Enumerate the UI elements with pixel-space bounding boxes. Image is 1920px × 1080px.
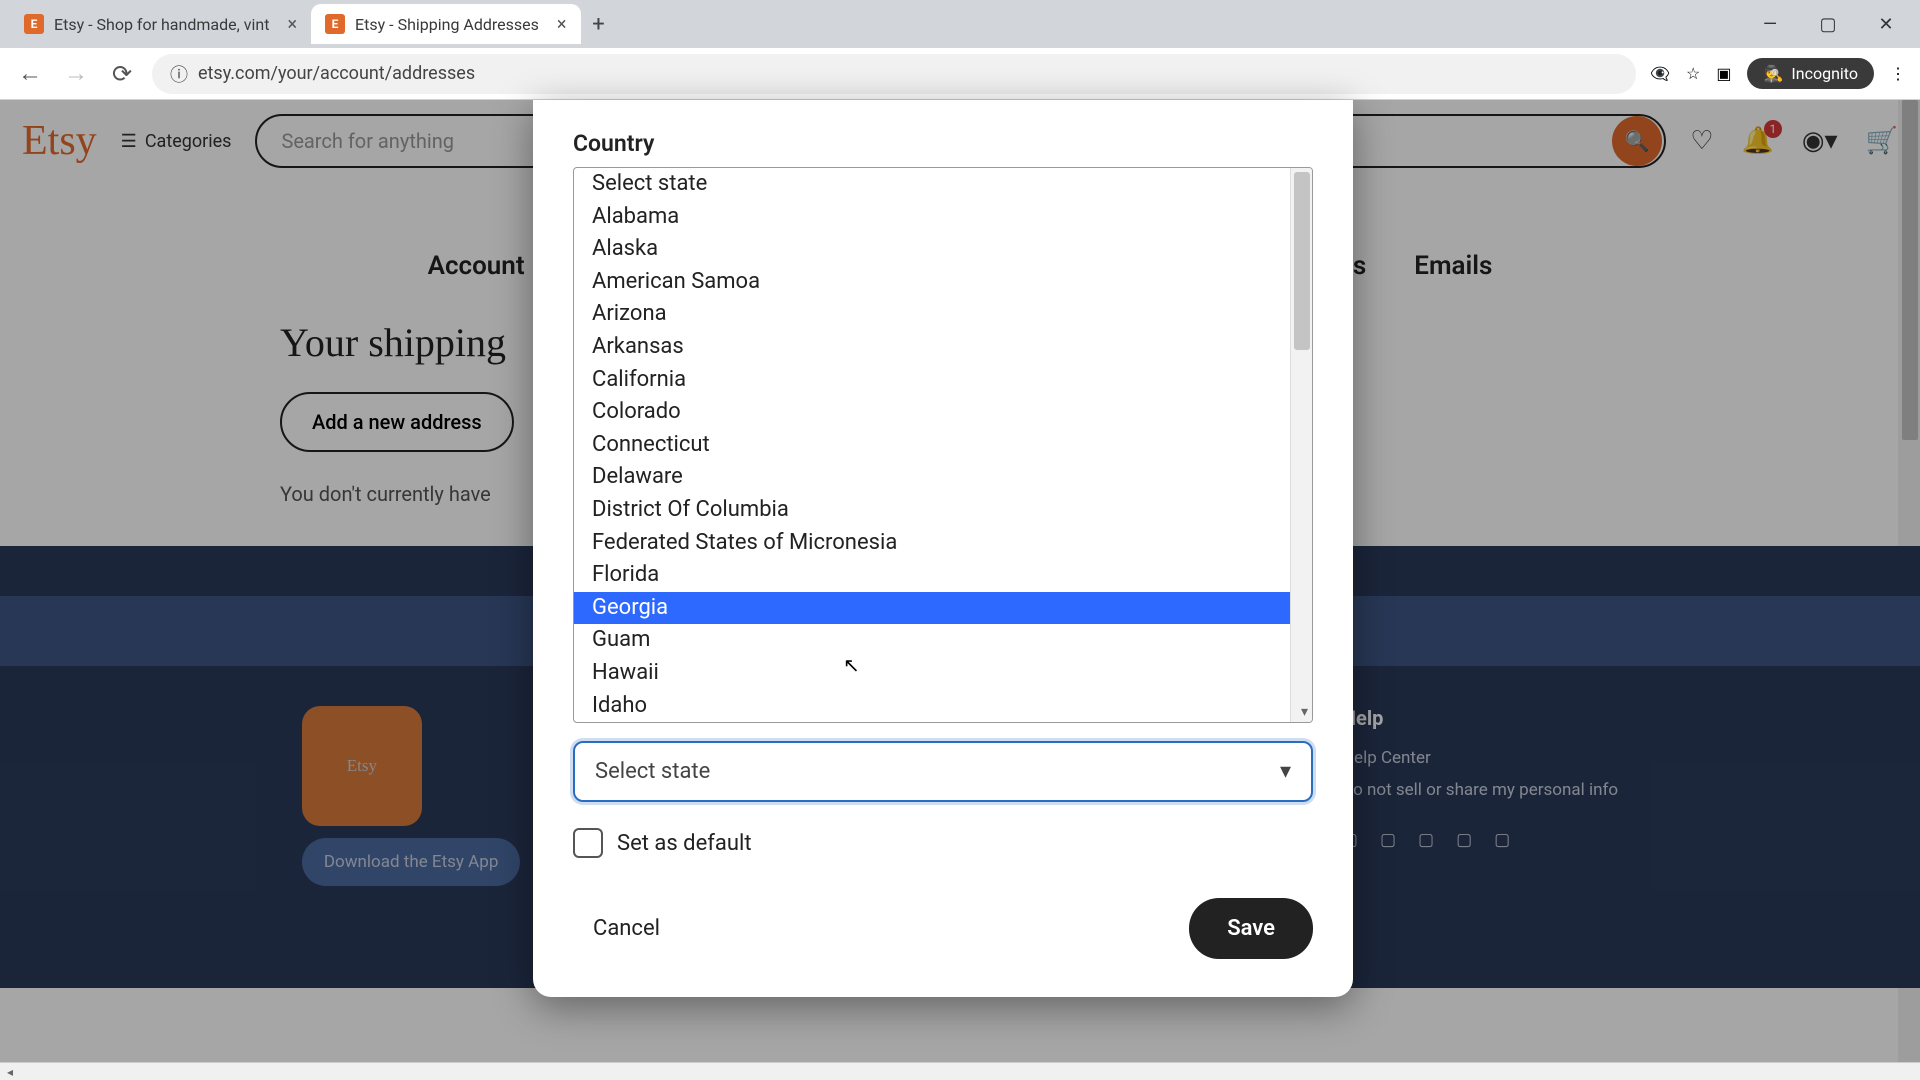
tab-title: Etsy - Shipping Addresses (355, 15, 539, 34)
page-viewport: Etsy ☰ Categories Search for anything 🔍 … (0, 100, 1920, 1062)
default-checkbox-row: Set as default (573, 828, 1313, 858)
state-option[interactable]: Connecticut (574, 429, 1312, 462)
state-listbox[interactable]: Select stateAlabamaAlaskaAmerican SamoaA… (573, 167, 1313, 723)
state-option[interactable]: Alabama (574, 201, 1312, 234)
scroll-down-icon[interactable]: ▾ (1301, 704, 1308, 720)
url-input[interactable]: ⓘ etsy.com/your/account/addresses (152, 54, 1636, 94)
state-option[interactable]: Federated States of Micronesia (574, 527, 1312, 560)
state-option[interactable]: Alaska (574, 233, 1312, 266)
state-option[interactable]: Guam (574, 624, 1312, 657)
state-option[interactable]: Select state (574, 168, 1312, 201)
url-text: etsy.com/your/account/addresses (198, 63, 475, 84)
address-bar: ← → ⟳ ⓘ etsy.com/your/account/addresses … (0, 48, 1920, 100)
cancel-button[interactable]: Cancel (573, 904, 680, 953)
state-option[interactable]: Idaho (574, 690, 1312, 723)
maximize-button[interactable]: ▢ (1804, 4, 1852, 44)
horizontal-scrollbar[interactable]: ◂ (0, 1062, 1920, 1080)
menu-icon[interactable]: ⋮ (1890, 64, 1906, 83)
default-checkbox[interactable] (573, 828, 603, 858)
save-button[interactable]: Save (1189, 898, 1313, 959)
back-button[interactable]: ← (14, 58, 46, 90)
close-window-button[interactable]: ✕ (1862, 4, 1910, 44)
state-select[interactable]: Select state ▾ (573, 741, 1313, 802)
close-icon[interactable]: × (557, 14, 567, 35)
state-option[interactable]: Delaware (574, 461, 1312, 494)
new-tab-button[interactable]: + (581, 6, 617, 42)
forward-button[interactable]: → (60, 58, 92, 90)
reload-button[interactable]: ⟳ (106, 58, 138, 90)
incognito-label: Incognito (1791, 64, 1858, 83)
eye-off-icon[interactable]: 👁‍🗨 (1650, 64, 1670, 83)
minimize-button[interactable]: — (1746, 4, 1794, 44)
close-icon[interactable]: × (287, 14, 297, 35)
state-option[interactable]: Illinois (574, 722, 1312, 723)
scroll-left-icon[interactable]: ◂ (0, 1065, 20, 1079)
state-option[interactable]: California (574, 364, 1312, 397)
state-option[interactable]: American Samoa (574, 266, 1312, 299)
incognito-badge[interactable]: 🕵 Incognito (1747, 58, 1874, 89)
state-option[interactable]: District Of Columbia (574, 494, 1312, 527)
state-option[interactable]: Florida (574, 559, 1312, 592)
scrollbar-thumb[interactable] (1294, 172, 1310, 350)
state-option[interactable]: Colorado (574, 396, 1312, 429)
address-modal: Country Select stateAlabamaAlaskaAmerica… (533, 100, 1353, 997)
site-info-icon[interactable]: ⓘ (170, 61, 188, 87)
chevron-down-icon: ▾ (1280, 759, 1291, 784)
bookmark-icon[interactable]: ☆ (1686, 64, 1700, 83)
default-checkbox-label: Set as default (617, 831, 752, 856)
window-controls: — ▢ ✕ (1746, 4, 1910, 44)
tab-etsy-addresses[interactable]: E Etsy - Shipping Addresses × (311, 4, 580, 44)
incognito-icon: 🕵 (1763, 64, 1783, 83)
country-label: Country (573, 130, 1313, 157)
etsy-favicon: E (24, 14, 44, 34)
etsy-favicon: E (325, 14, 345, 34)
browser-chrome: E Etsy - Shop for handmade, vint × E Ets… (0, 0, 1920, 100)
state-option[interactable]: Hawaii (574, 657, 1312, 690)
listbox-scrollbar[interactable]: ▴ ▾ (1290, 168, 1312, 722)
tab-bar: E Etsy - Shop for handmade, vint × E Ets… (0, 0, 1920, 48)
state-select-value: Select state (595, 759, 710, 784)
tab-title: Etsy - Shop for handmade, vint (54, 15, 269, 34)
panel-icon[interactable]: ▣ (1716, 64, 1731, 83)
state-option[interactable]: Georgia (574, 592, 1312, 625)
state-option[interactable]: Arizona (574, 298, 1312, 331)
state-option[interactable]: Arkansas (574, 331, 1312, 364)
tab-etsy-shop[interactable]: E Etsy - Shop for handmade, vint × (10, 4, 311, 44)
